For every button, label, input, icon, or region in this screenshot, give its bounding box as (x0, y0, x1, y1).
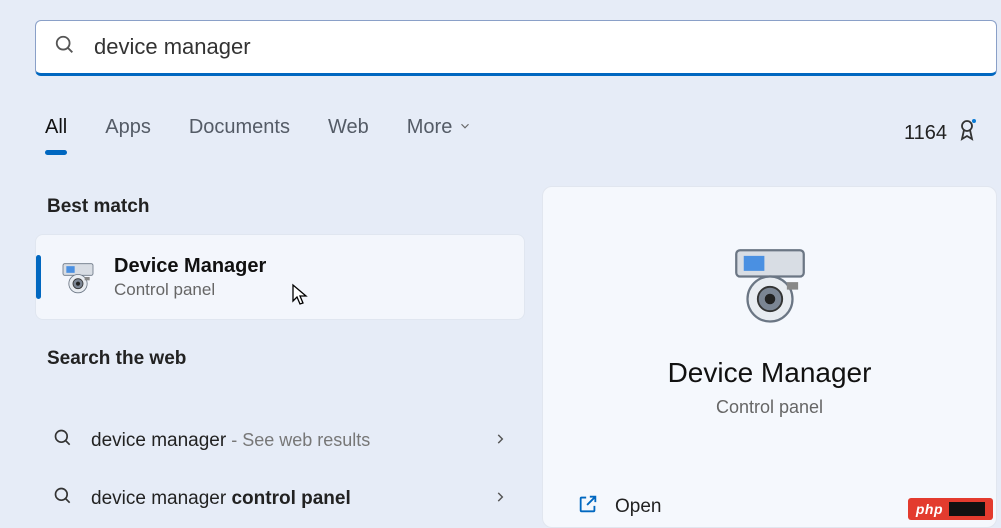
search-bar[interactable] (35, 20, 997, 76)
device-manager-icon (58, 257, 98, 297)
tab-more[interactable]: More (407, 116, 473, 153)
best-match-subtitle: Control panel (114, 280, 266, 300)
rewards-counter[interactable]: 1164 (904, 118, 979, 148)
web-result-text: device manager control panel (91, 488, 351, 510)
search-icon (53, 428, 73, 454)
web-result-text: device manager - See web results (91, 430, 370, 452)
search-icon (53, 486, 73, 512)
web-result-2[interactable]: device manager control panel (35, 470, 525, 528)
chevron-right-icon (493, 488, 507, 510)
chevron-down-icon (458, 116, 472, 139)
tab-all[interactable]: All (45, 116, 67, 153)
tab-more-label: More (407, 116, 453, 139)
cursor-icon (291, 283, 311, 312)
results-column: Best match Device Manager Control panel … (35, 196, 525, 528)
search-web-heading: Search the web (35, 320, 525, 386)
tab-documents[interactable]: Documents (189, 116, 290, 153)
tab-web[interactable]: Web (328, 116, 369, 153)
chevron-right-icon (493, 430, 507, 452)
watermark-badge: php (908, 498, 993, 520)
best-match-heading: Best match (35, 196, 525, 234)
preview-title: Device Manager (668, 357, 872, 389)
device-manager-icon (725, 239, 815, 329)
open-label: Open (615, 496, 661, 518)
preview-subtitle: Control panel (716, 397, 823, 418)
open-action[interactable]: Open (577, 493, 661, 521)
best-match-result[interactable]: Device Manager Control panel (35, 234, 525, 320)
tab-apps[interactable]: Apps (105, 116, 151, 153)
medal-icon (955, 118, 979, 148)
filter-tabs: All Apps Documents Web More (45, 116, 1001, 153)
search-icon (54, 34, 76, 61)
rewards-points: 1164 (904, 122, 947, 145)
web-result-1[interactable]: device manager - See web results (35, 412, 525, 470)
best-match-title: Device Manager (114, 255, 266, 278)
open-external-icon (577, 493, 599, 521)
search-input[interactable] (76, 34, 978, 60)
preview-panel: Device Manager Control panel Open (542, 186, 997, 528)
